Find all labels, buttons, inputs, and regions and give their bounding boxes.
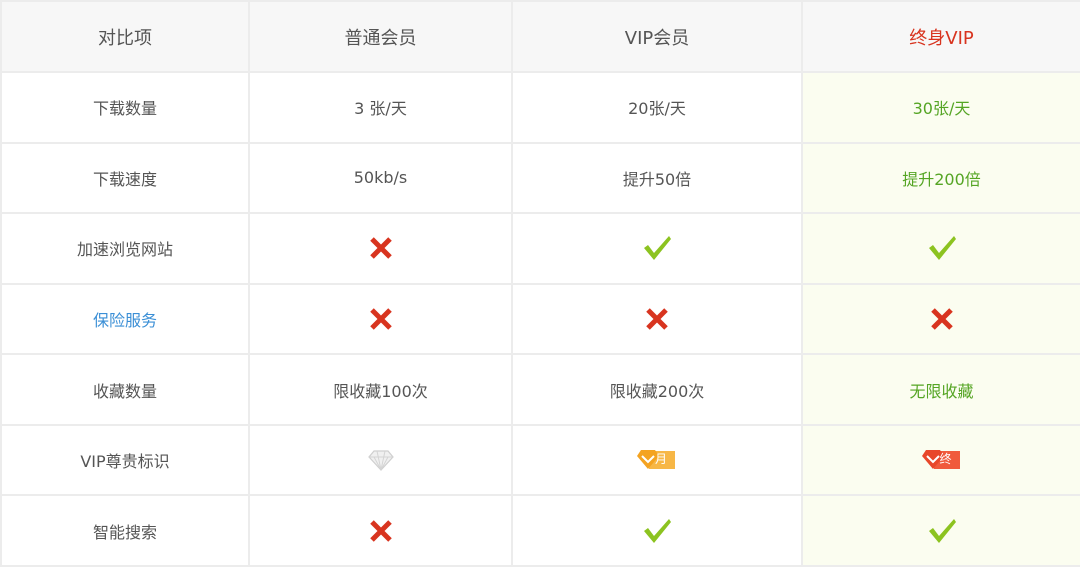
lifetime-value: 30张/天: [912, 99, 971, 119]
cross-icon: [369, 308, 392, 330]
badge-label: 终: [939, 452, 952, 467]
vip-member-cell: [511, 282, 803, 356]
normal-member-cell: [248, 212, 513, 285]
lifetime-member-cell: 提升200倍: [801, 141, 1080, 215]
badge-label: 月: [655, 452, 668, 467]
normal-value: 限收藏100次: [333, 381, 428, 401]
cross-icon: [646, 308, 668, 330]
grey-diamond-icon: [367, 450, 394, 472]
vip-badge: 月: [637, 449, 677, 471]
feature-label: 下载数量: [0, 71, 250, 144]
feature-link[interactable]: 保险服务: [0, 282, 250, 356]
vip-member-cell: 提升50倍: [511, 141, 803, 215]
lifetime-value: 无限收藏: [909, 381, 974, 401]
lifetime-member-cell: [801, 282, 1080, 356]
vip-value: 20张/天: [628, 99, 686, 119]
vip-member-cell: 限收藏200次: [511, 353, 803, 426]
check-icon: [928, 518, 956, 543]
normal-member-cell: [248, 423, 513, 497]
header-feature: 对比项: [0, 0, 250, 73]
header-row: 对比项 普通会员 VIP会员 终身VIP: [0, 0, 1080, 73]
table-row: 下载数量 3 张/天 20张/天 30张/天: [0, 71, 1080, 144]
normal-member-cell: 限收藏100次: [248, 353, 513, 426]
cross-icon: [930, 308, 953, 330]
lifetime-member-cell: 30张/天: [801, 71, 1080, 144]
feature-label: VIP尊贵标识: [0, 423, 250, 497]
lifetime-member-cell: [801, 494, 1080, 567]
normal-member-cell: [248, 282, 513, 356]
lifetime-value: 提升200倍: [902, 169, 981, 189]
lifetime-member-cell: 无限收藏: [801, 353, 1080, 426]
cross-icon: [369, 237, 392, 260]
vip-value: 限收藏200次: [609, 381, 705, 401]
check-icon: [928, 236, 956, 261]
vip-member-cell: [511, 212, 803, 285]
header-vip-member: VIP会员: [511, 0, 803, 73]
check-icon: [644, 236, 671, 261]
table-row: VIP尊贵标识 月 终: [0, 423, 1080, 497]
vip-member-cell: 月: [511, 423, 803, 497]
vip-member-cell: [511, 494, 803, 567]
lifetime-member-cell: [801, 212, 1080, 285]
vip-value: 提升50倍: [622, 169, 692, 189]
cross-icon: [369, 519, 392, 542]
feature-label: 加速浏览网站: [0, 212, 250, 285]
normal-value: 50kb/s: [353, 168, 408, 188]
header-lifetime-vip: 终身VIP: [801, 0, 1080, 73]
check-icon: [644, 518, 671, 543]
header-normal-member: 普通会员: [248, 0, 513, 73]
vip-member-cell: 20张/天: [511, 71, 803, 144]
feature-label: 智能搜索: [0, 494, 250, 567]
lifetime-member-cell: 终: [801, 423, 1080, 497]
normal-member-cell: 50kb/s: [248, 141, 513, 215]
feature-label: 收藏数量: [0, 353, 250, 426]
normal-member-cell: [248, 494, 513, 567]
vip-badge: 终: [921, 449, 962, 471]
feature-label: 下载速度: [0, 141, 250, 215]
normal-value: 3 张/天: [354, 99, 407, 119]
table-row: 下载速度 50kb/s 提升50倍 提升200倍: [0, 141, 1080, 215]
table-row: 保险服务: [0, 282, 1080, 356]
normal-member-cell: 3 张/天: [248, 71, 513, 144]
table-row: 加速浏览网站: [0, 212, 1080, 285]
membership-comparison-table: 对比项 普通会员 VIP会员 终身VIP 下载数量 3 张/天 20张/天 30张/天…: [0, 0, 1080, 567]
comparison-rows: 下载数量 3 张/天 20张/天 30张/天下载速度 50kb/s 提升50倍 提升200倍…: [0, 71, 1080, 567]
table-row: 收藏数量 限收藏100次 限收藏200次 无限收藏: [0, 353, 1080, 426]
table-row: 智能搜索: [0, 494, 1080, 567]
